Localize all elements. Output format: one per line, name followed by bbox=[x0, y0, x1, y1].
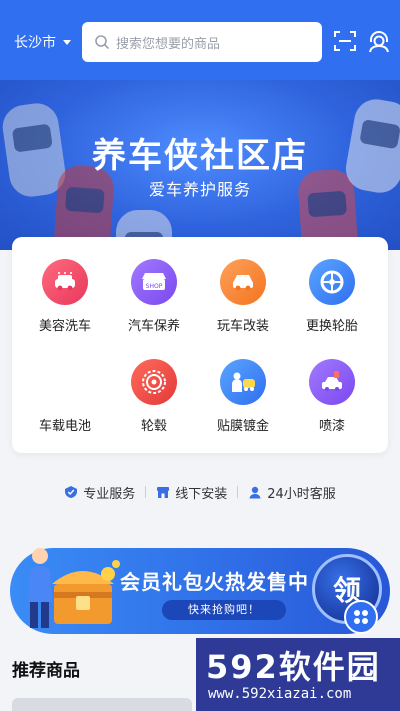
chevron-down-icon bbox=[63, 39, 71, 45]
treasure-chest-icon bbox=[28, 548, 120, 628]
search-input[interactable]: 搜索您想要的商品 bbox=[82, 22, 322, 62]
service-spray-paint[interactable]: 喷漆 bbox=[287, 359, 377, 434]
feature-24h-service: 24小时客服 bbox=[238, 483, 346, 502]
service-modification[interactable]: 玩车改装 bbox=[198, 259, 288, 334]
header-bar: 长沙市 搜索您想要的商品 bbox=[0, 0, 400, 80]
promo-title: 会员礼包火热发售中 bbox=[120, 570, 309, 594]
city-label: 长沙市 bbox=[14, 35, 56, 51]
shield-check-icon bbox=[65, 486, 78, 498]
recommended-title: 推荐商品 bbox=[12, 661, 80, 681]
tire-icon bbox=[309, 259, 355, 305]
service-tire[interactable]: 更换轮胎 bbox=[287, 259, 377, 334]
service-car-wash[interactable]: 美容洗车 bbox=[20, 259, 110, 334]
feature-offline-install: 线下安装 bbox=[146, 483, 237, 502]
service-battery[interactable]: 车载电池 bbox=[20, 359, 110, 434]
battery-icon bbox=[42, 359, 88, 405]
watermark-url: www.592xiazai.com bbox=[208, 686, 352, 702]
service-label: 车载电池 bbox=[38, 419, 91, 434]
service-card: 美容洗车 SHOP 汽车保养 玩车改装 更换轮胎 车载电池 轮毂 贴膜镀金 喷漆 bbox=[12, 237, 388, 453]
svg-text:SHOP: SHOP bbox=[146, 283, 163, 290]
product-card[interactable] bbox=[12, 698, 192, 711]
watermark: 592软件园 www.592xiazai.com bbox=[196, 638, 400, 711]
service-label: 更换轮胎 bbox=[305, 319, 358, 334]
feature-label: 线下安装 bbox=[175, 486, 228, 502]
app-screen: 长沙市 搜索您想要的商品 养车侠社区店 爱车养护服务 美容洗车 SHOP 汽车保… bbox=[0, 0, 400, 711]
store-banner[interactable]: 养车侠社区店 爱车养护服务 bbox=[0, 80, 400, 250]
car-wash-icon bbox=[42, 259, 88, 305]
service-label: 贴膜镀金 bbox=[216, 419, 269, 434]
search-placeholder: 搜索您想要的商品 bbox=[116, 36, 221, 52]
film-icon bbox=[220, 359, 266, 405]
member-promo-banner[interactable]: 会员礼包火热发售中 快来抢购吧！ 领 bbox=[10, 530, 390, 638]
spray-paint-icon bbox=[309, 359, 355, 405]
service-wheel-hub[interactable]: 轮毂 bbox=[109, 359, 199, 434]
city-selector[interactable]: 长沙市 bbox=[14, 32, 71, 52]
shop-icon: SHOP bbox=[131, 259, 177, 305]
service-film[interactable]: 贴膜镀金 bbox=[198, 359, 288, 434]
service-label: 汽车保养 bbox=[127, 319, 180, 334]
feature-label: 24小时客服 bbox=[267, 486, 336, 502]
scan-icon[interactable] bbox=[332, 28, 358, 54]
banner-subtitle: 爱车养护服务 bbox=[148, 180, 251, 199]
grid-icon bbox=[354, 610, 368, 624]
grid-menu-button[interactable] bbox=[344, 600, 378, 634]
customer-service-headset-icon[interactable] bbox=[366, 28, 392, 54]
service-maintenance[interactable]: SHOP 汽车保养 bbox=[109, 259, 199, 334]
search-icon bbox=[95, 35, 109, 49]
feature-label: 专业服务 bbox=[83, 486, 136, 502]
service-label: 喷漆 bbox=[318, 419, 345, 434]
service-label: 玩车改装 bbox=[216, 319, 269, 334]
promo-cta[interactable]: 快来抢购吧！ bbox=[162, 600, 286, 620]
feature-strip: 专业服务 线下安装 24小时客服 bbox=[0, 478, 400, 506]
service-label: 美容洗车 bbox=[38, 319, 91, 334]
feature-professional: 专业服务 bbox=[54, 483, 145, 502]
top-section: 长沙市 搜索您想要的商品 养车侠社区店 爱车养护服务 bbox=[0, 0, 400, 250]
banner-title: 养车侠社区店 bbox=[92, 136, 308, 176]
wheel-hub-icon bbox=[131, 359, 177, 405]
car-modify-icon bbox=[220, 259, 266, 305]
watermark-brand: 592软件园 bbox=[206, 648, 381, 686]
customer-service-icon bbox=[249, 486, 261, 499]
store-icon bbox=[157, 487, 170, 498]
service-label: 轮毂 bbox=[140, 419, 167, 434]
